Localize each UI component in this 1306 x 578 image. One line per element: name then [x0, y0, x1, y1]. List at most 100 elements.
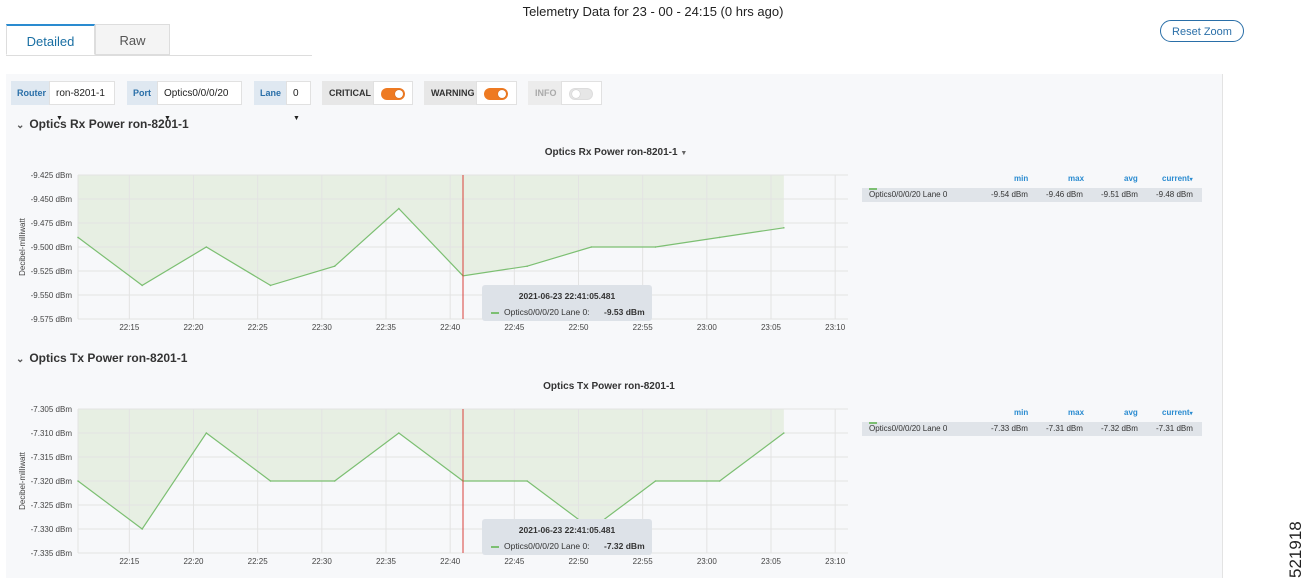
tab-detailed[interactable]: Detailed — [6, 24, 95, 55]
x-tick-label: 22:55 — [633, 323, 654, 332]
data-point[interactable] — [205, 246, 208, 248]
data-point[interactable] — [141, 528, 143, 530]
x-tick-label: 23:05 — [761, 557, 782, 566]
toggle-track — [484, 88, 508, 100]
x-tick-label: 22:25 — [248, 557, 269, 566]
x-tick-label: 23:00 — [697, 557, 718, 566]
x-tick-label: 22:45 — [504, 323, 525, 332]
legend-avg: -7.32 dBm — [1101, 424, 1138, 433]
legend-series-name: Optics0/0/0/20 Lane 0 — [869, 424, 948, 433]
port-filter-label: Port — [127, 81, 157, 105]
legend-max: -7.31 dBm — [1046, 424, 1083, 433]
legend-tx: min max avg current▾ Optics0/0/0/20 Lane… — [862, 408, 1202, 436]
data-point[interactable] — [718, 236, 721, 239]
data-point[interactable] — [77, 480, 79, 482]
y-tick-label: -9.525 dBm — [31, 267, 73, 276]
section-header-rx[interactable]: ⌄ Optics Rx Power ron-8201-1 — [16, 117, 189, 131]
warning-label: WARNING — [424, 81, 476, 105]
page-title: Telemetry Data for 23 - 00 - 24:15 (0 hr… — [522, 4, 784, 19]
tooltip-value: -7.32 dBm — [604, 541, 645, 551]
x-tick-label: 22:50 — [568, 557, 589, 566]
chart-title-rx[interactable]: Optics Rx Power ron-8201-1 ▼ — [486, 147, 746, 158]
y-tick-label: -7.335 dBm — [31, 549, 73, 558]
data-point[interactable] — [590, 246, 593, 248]
x-tick-label: 22:30 — [312, 557, 333, 566]
toggle-track — [381, 88, 405, 100]
data-point[interactable] — [783, 432, 785, 434]
sort-caret-icon: ▾ — [1189, 177, 1193, 183]
legend-col-avg[interactable]: avg — [1124, 408, 1138, 417]
port-select-value: Optics0/0/0/20 — [164, 88, 229, 99]
lane-select[interactable]: 0 ▼ — [286, 81, 311, 122]
y-tick-label: -7.320 dBm — [31, 477, 73, 486]
series-area — [78, 409, 784, 529]
lane-filter-label: Lane — [254, 81, 286, 105]
series-swatch — [869, 422, 877, 424]
critical-label: CRITICAL — [322, 81, 373, 105]
legend-series-name: Optics0/0/0/20 Lane 0 — [869, 190, 948, 199]
toggle-knob — [498, 90, 506, 98]
critical-toggle[interactable] — [373, 81, 413, 105]
data-point[interactable] — [333, 480, 336, 482]
x-tick-label: 22:20 — [183, 557, 204, 566]
series-swatch — [491, 311, 499, 314]
y-tick-label: -9.575 dBm — [31, 315, 73, 324]
legend-row[interactable]: Optics0/0/0/20 Lane 0 -7.33 dBm -7.31 dB… — [862, 422, 1202, 436]
legend-col-min[interactable]: min — [1014, 174, 1028, 183]
port-select[interactable]: Optics0/0/0/20 ▼ — [157, 81, 242, 122]
legend-col-current[interactable]: current▾ — [1162, 408, 1193, 417]
y-tick-label: -9.475 dBm — [31, 219, 73, 228]
router-select[interactable]: ron-8201-1 ▼ — [49, 81, 115, 122]
x-tick-label: 22:15 — [119, 557, 140, 566]
data-point[interactable] — [783, 227, 785, 229]
x-tick-label: 23:05 — [761, 323, 782, 332]
data-point[interactable] — [526, 480, 528, 482]
y-axis-label: Decibel-milliwatt — [18, 451, 27, 510]
data-point[interactable] — [269, 284, 272, 287]
sort-caret-icon: ▾ — [1189, 411, 1193, 417]
data-point[interactable] — [718, 480, 721, 482]
x-tick-label: 23:10 — [825, 557, 846, 566]
router-select-value: ron-8201-1 — [56, 88, 105, 99]
data-point[interactable] — [141, 284, 143, 287]
legend-col-max[interactable]: max — [1068, 408, 1084, 417]
tooltip-series: Optics0/0/0/20 Lane 0: — [491, 541, 590, 551]
tab-bar: Detailed Raw — [6, 24, 312, 56]
toggle-track — [569, 88, 593, 100]
data-point[interactable] — [654, 480, 657, 482]
legend-col-avg[interactable]: avg — [1124, 174, 1138, 183]
reset-zoom-button[interactable]: Reset Zoom — [1160, 20, 1244, 42]
x-tick-label: 23:00 — [697, 323, 718, 332]
legend-row[interactable]: Optics0/0/0/20 Lane 0 -9.54 dBm -9.46 dB… — [862, 188, 1202, 202]
tooltip-value: -9.53 dBm — [604, 307, 645, 317]
chart-tooltip-tx: 2021-06-23 22:41:05.481 Optics0/0/0/20 L… — [482, 519, 652, 555]
data-point[interactable] — [77, 236, 79, 239]
section-header-tx[interactable]: ⌄ Optics Tx Power ron-8201-1 — [16, 351, 187, 365]
data-point[interactable] — [526, 265, 528, 267]
legend-col-min[interactable]: min — [1014, 408, 1028, 417]
info-toggle[interactable] — [561, 81, 602, 105]
data-point[interactable] — [269, 480, 272, 482]
y-tick-label: -9.550 dBm — [31, 291, 73, 300]
data-point[interactable] — [398, 432, 400, 434]
section-title: Optics Rx Power ron-8201-1 — [29, 117, 189, 131]
data-point[interactable] — [333, 265, 336, 267]
data-point[interactable] — [398, 207, 400, 210]
x-tick-label: 22:40 — [440, 323, 461, 332]
legend-col-max[interactable]: max — [1068, 174, 1084, 183]
legend-header: min max avg current▾ — [862, 174, 1202, 188]
x-tick-label: 22:45 — [504, 557, 525, 566]
section-title: Optics Tx Power ron-8201-1 — [29, 351, 188, 365]
legend-current: -7.31 dBm — [1156, 424, 1193, 433]
legend-max: -9.46 dBm — [1046, 190, 1083, 199]
legend-col-current[interactable]: current▾ — [1162, 174, 1193, 183]
series-swatch — [869, 188, 877, 190]
data-point[interactable] — [654, 246, 657, 248]
rx-power-chart[interactable]: -9.425 dBm -9.450 dBm -9.475 dBm -9.500 dBm… — [6, 162, 856, 337]
tab-raw[interactable]: Raw — [95, 24, 170, 55]
y-axis-label: Decibel-milliwatt — [18, 217, 27, 276]
warning-toggle[interactable] — [476, 81, 517, 105]
tx-power-chart[interactable]: -7.305 dBm -7.310 dBm -7.315 dBm -7.320 dBm… — [6, 396, 856, 571]
data-point[interactable] — [205, 432, 208, 434]
chart-title-tx[interactable]: Optics Tx Power ron-8201-1 — [486, 381, 732, 392]
